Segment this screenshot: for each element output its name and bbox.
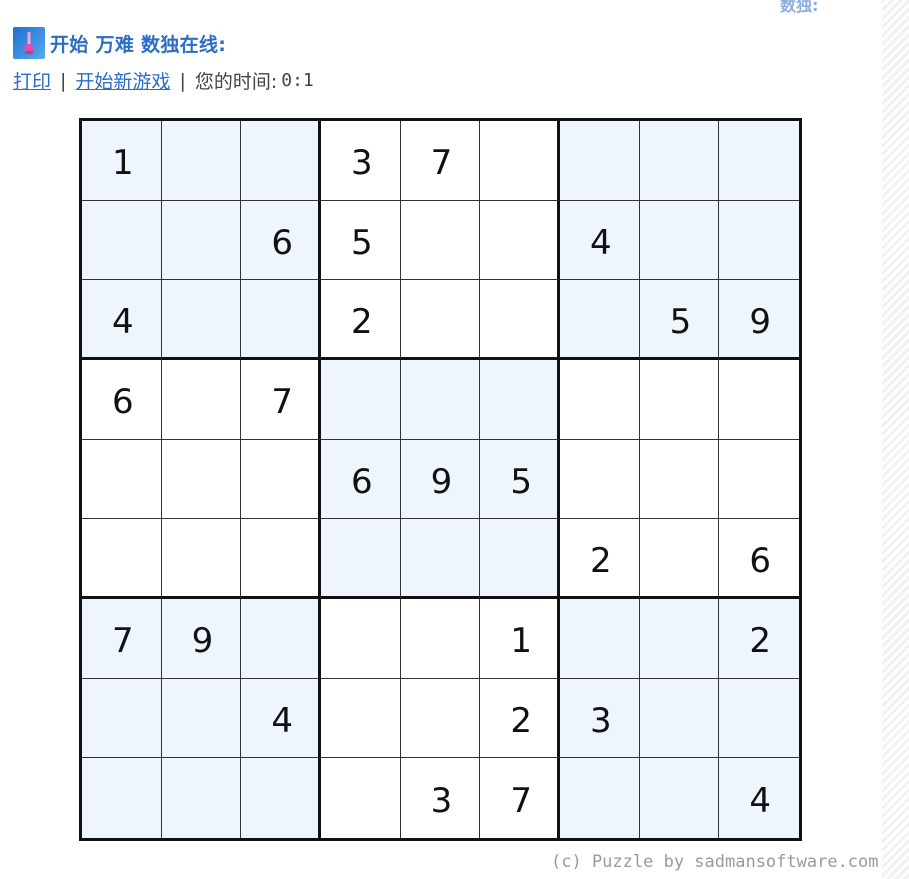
link-separator: |	[60, 69, 67, 92]
sudoku-cell-r1c4[interactable]: 3	[320, 121, 401, 201]
page-header: 开始 万难 数独在线:	[13, 27, 226, 59]
sudoku-cell-r6c4[interactable]	[320, 519, 401, 599]
sudoku-cell-r6c5[interactable]	[400, 519, 481, 599]
sudoku-cell-r7c9[interactable]: 2	[719, 598, 799, 679]
sudoku-cell-r7c7[interactable]	[559, 598, 640, 679]
sudoku-cell-r1c2[interactable]	[161, 121, 242, 201]
sudoku-cell-r7c5[interactable]	[400, 598, 481, 679]
sudoku-cell-r1c7[interactable]	[559, 121, 640, 201]
sudoku-cell-r9c8[interactable]	[639, 758, 720, 838]
sudoku-cell-r3c5[interactable]	[400, 280, 481, 360]
sudoku-cell-r6c6[interactable]	[480, 519, 560, 599]
sudoku-cell-r2c6[interactable]	[480, 200, 560, 281]
sudoku-cell-r8c4[interactable]	[320, 678, 401, 759]
sudoku-cell-r5c4[interactable]: 6	[320, 439, 401, 520]
sudoku-cell-r9c3[interactable]	[241, 758, 321, 838]
right-scroll-strip	[882, 0, 909, 879]
sudoku-cell-r9c7[interactable]	[559, 758, 640, 838]
sudoku-cell-r1c9[interactable]	[719, 121, 799, 201]
sudoku-cell-r1c5[interactable]: 7	[400, 121, 481, 201]
sudoku-cell-r7c3[interactable]	[241, 598, 321, 679]
sudoku-cell-r5c9[interactable]	[719, 439, 799, 520]
sudoku-cell-r2c1[interactable]	[82, 200, 162, 281]
sudoku-cell-r5c6[interactable]: 5	[480, 439, 560, 520]
sudoku-cell-r6c3[interactable]	[241, 519, 321, 599]
sudoku-cell-r4c6[interactable]	[480, 359, 560, 440]
sudoku-cell-r6c1[interactable]	[82, 519, 162, 599]
sudoku-cell-r2c3[interactable]: 6	[241, 200, 321, 281]
sudoku-cell-r9c9[interactable]: 4	[719, 758, 799, 838]
sudoku-cell-r3c8[interactable]: 5	[639, 280, 720, 360]
sudoku-logo-icon	[13, 27, 45, 59]
sudoku-board: 137654425967695267912423374	[79, 118, 802, 841]
sudoku-cell-r4c1[interactable]: 6	[82, 359, 162, 440]
sudoku-cell-r5c7[interactable]	[559, 439, 640, 520]
sudoku-cell-r1c6[interactable]	[480, 121, 560, 201]
sudoku-cell-r3c9[interactable]: 9	[719, 280, 799, 360]
sudoku-cell-r3c2[interactable]	[161, 280, 242, 360]
sudoku-cell-r3c7[interactable]	[559, 280, 640, 360]
sudoku-cell-r8c7[interactable]: 3	[559, 678, 640, 759]
sudoku-cell-r4c9[interactable]	[719, 359, 799, 440]
sudoku-cell-r6c9[interactable]: 6	[719, 519, 799, 599]
sudoku-cell-r1c1[interactable]: 1	[82, 121, 162, 201]
print-link[interactable]: 打印	[13, 67, 51, 94]
sudoku-cell-r2c2[interactable]	[161, 200, 242, 281]
sudoku-cell-r4c3[interactable]: 7	[241, 359, 321, 440]
time-value: 0:1	[281, 70, 314, 91]
sudoku-cell-r1c8[interactable]	[639, 121, 720, 201]
sudoku-cell-r9c2[interactable]	[161, 758, 242, 838]
sudoku-cell-r5c5[interactable]: 9	[400, 439, 481, 520]
sudoku-cell-r3c6[interactable]	[480, 280, 560, 360]
sudoku-cell-r6c8[interactable]	[639, 519, 720, 599]
sudoku-cell-r2c9[interactable]	[719, 200, 799, 281]
sudoku-cell-r7c1[interactable]: 7	[82, 598, 162, 679]
sudoku-cell-r2c7[interactable]: 4	[559, 200, 640, 281]
sudoku-cell-r7c2[interactable]: 9	[161, 598, 242, 679]
sudoku-cell-r2c5[interactable]	[400, 200, 481, 281]
time-label: 您的时间:	[194, 71, 278, 93]
sudoku-cell-r7c6[interactable]: 1	[480, 598, 560, 679]
sudoku-cell-r5c2[interactable]	[161, 439, 242, 520]
sudoku-cell-r2c4[interactable]: 5	[320, 200, 401, 281]
sudoku-cell-r4c5[interactable]	[400, 359, 481, 440]
sudoku-cell-r4c2[interactable]	[161, 359, 242, 440]
sudoku-cell-r8c6[interactable]: 2	[480, 678, 560, 759]
sudoku-cell-r3c1[interactable]: 4	[82, 280, 162, 360]
sudoku-cell-r9c1[interactable]	[82, 758, 162, 838]
sudoku-cell-r4c8[interactable]	[639, 359, 720, 440]
sudoku-cell-r8c2[interactable]	[161, 678, 242, 759]
credit-text: (c) Puzzle by sadmansoftware.com	[551, 852, 879, 872]
page-title: 开始 万难 数独在线:	[50, 33, 227, 56]
link-separator: |	[179, 69, 186, 92]
new-game-link[interactable]: 开始新游戏	[75, 67, 170, 94]
sudoku-cell-r9c5[interactable]: 3	[400, 758, 481, 838]
sudoku-cell-r4c4[interactable]	[320, 359, 401, 440]
sudoku-cell-r3c4[interactable]: 2	[320, 280, 401, 360]
sudoku-cell-r6c2[interactable]	[161, 519, 242, 599]
sudoku-cell-r3c3[interactable]	[241, 280, 321, 360]
sudoku-cell-r7c4[interactable]	[320, 598, 401, 679]
sudoku-cell-r4c7[interactable]	[559, 359, 640, 440]
sudoku-cell-r9c4[interactable]	[320, 758, 401, 838]
sudoku-cell-r2c8[interactable]	[639, 200, 720, 281]
sudoku-cell-r9c6[interactable]: 7	[480, 758, 560, 838]
sudoku-cell-r6c7[interactable]: 2	[559, 519, 640, 599]
sudoku-cell-r8c5[interactable]	[400, 678, 481, 759]
sudoku-cell-r7c8[interactable]	[639, 598, 720, 679]
top-cut-heading: 数独:	[780, 0, 819, 15]
sudoku-cell-r5c8[interactable]	[639, 439, 720, 520]
sudoku-cell-r1c3[interactable]	[241, 121, 321, 201]
sudoku-cell-r8c9[interactable]	[719, 678, 799, 759]
sudoku-cell-r8c8[interactable]	[639, 678, 720, 759]
action-links: 打印 | 开始新游戏 | 您的时间: 0:1	[13, 67, 314, 94]
sudoku-cell-r8c1[interactable]	[82, 678, 162, 759]
sudoku-cell-r5c3[interactable]	[241, 439, 321, 520]
sudoku-cell-r8c3[interactable]: 4	[241, 678, 321, 759]
sudoku-cell-r5c1[interactable]	[82, 439, 162, 520]
